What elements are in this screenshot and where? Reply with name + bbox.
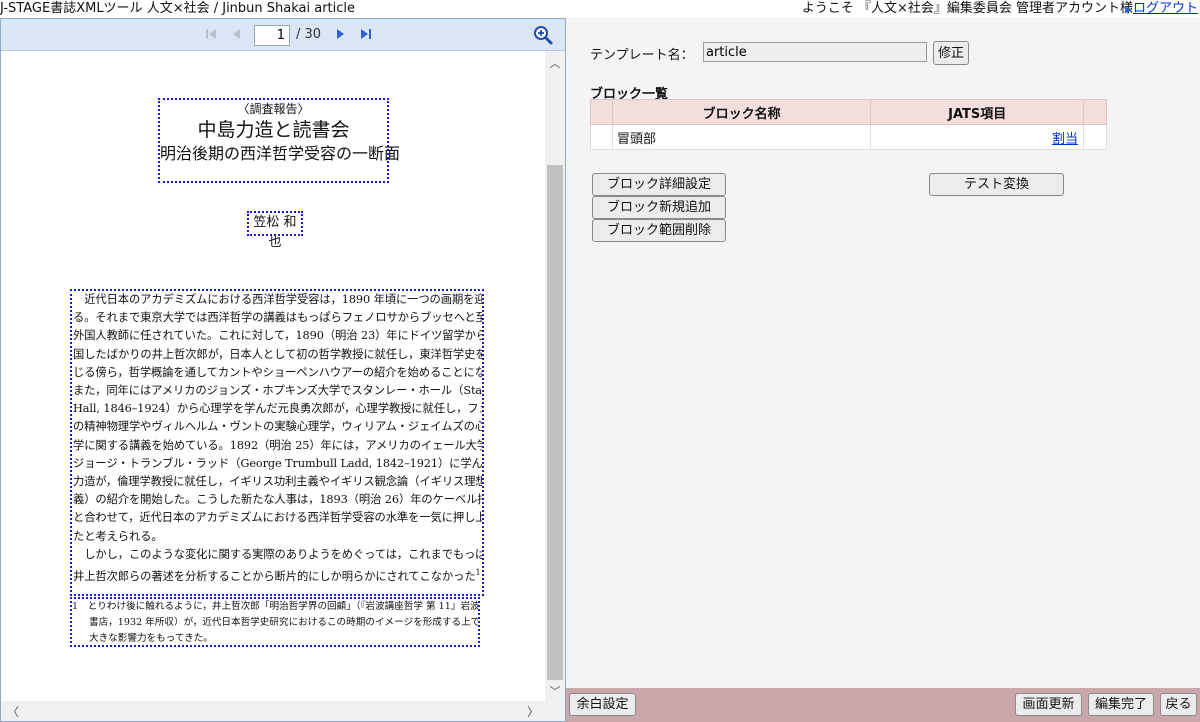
test-convert-button[interactable]: テスト変換 — [929, 173, 1064, 196]
body-line: また，同年にはアメリカのジョンズ・ホプキンズ大学でスタンレー・ホール（Stanl… — [73, 384, 484, 398]
body-line: 近代日本のアカデミズムにおける西洋哲学受容は，1890 年頃に一つの画期を迎え — [73, 293, 484, 306]
next-page-button[interactable] — [332, 27, 348, 43]
total-pages: / 30 — [296, 27, 322, 42]
body-line: 国したばかりの井上哲次郎が，日本人として初の哲学教授に就任し，東洋哲学史を講 — [73, 347, 484, 361]
page-number-input[interactable] — [254, 25, 290, 46]
previous-page-button[interactable] — [229, 27, 245, 43]
body-line: じる傍ら，哲学概論を通してカントやショーペンハウアーの紹介を始めることになる。 — [73, 365, 484, 379]
paper-subtitle: 明治後期の西洋哲学受容の一断面 — [160, 144, 401, 163]
vertical-scrollbar[interactable]: ︿ ﹀ — [545, 51, 565, 701]
arrow-right-icon: ▶ — [1125, 5, 1132, 15]
jats-cell: 割当 — [870, 124, 1085, 150]
title-block[interactable]: 〈調査報告〉 中島力造と読書会 明治後期の西洋哲学受容の一断面 — [158, 98, 401, 183]
body-line: ジョージ・トランブル・ラッド（George Trumbull Ladd, 184… — [73, 456, 484, 470]
body-line: と合わせて，近代日本のアカデミズムにおける西洋哲学受容の水準を一気に押し上げ — [73, 511, 484, 525]
author-name: 笠松 和也 — [253, 215, 297, 250]
zoom-in-button[interactable] — [533, 25, 553, 45]
template-editor-panel: テンプレート名： 修正 ブロック一覧 ブロック名称 JATS項目 冒頭部 割当 … — [566, 18, 1200, 688]
refresh-button[interactable]: 画面更新 — [1015, 693, 1082, 716]
page-canvas: 〈調査報告〉 中島力造と読書会 明治後期の西洋哲学受容の一断面 笠松 和也 近代… — [1, 51, 545, 701]
body-line: しかし，このような変化に関する実際のありようをめぐっては，これまでもっぱら — [73, 547, 484, 561]
body-line: 力造が，倫理学教授に就任し，イギリス功利主義やイギリス観念論（イギリス理想主 — [73, 475, 484, 489]
row-select-cell[interactable] — [590, 124, 613, 150]
scroll-left-icon[interactable]: 〈 — [7, 703, 19, 720]
footnote-line: 書店，1932 年所収）が，近代日本哲学史研究におけるこの時期のイメージを形成す… — [89, 617, 480, 628]
body-text-block[interactable]: 近代日本のアカデミズムにおける西洋哲学受容は，1890 年頃に一つの画期を迎え … — [70, 289, 484, 596]
block-table: ブロック名称 JATS項目 冒頭部 割当 — [590, 99, 1107, 150]
table-header-row: ブロック名称 JATS項目 — [590, 99, 1107, 125]
block-detail-settings-button[interactable]: ブロック詳細設定 — [592, 173, 726, 196]
column-header — [1083, 99, 1107, 125]
body-line: Hall, 1846–1924）から心理学を学んだ元良勇次郎が，心理学教授に就任… — [73, 402, 484, 416]
column-header-block-name: ブロック名称 — [611, 99, 872, 125]
scroll-right-icon[interactable]: 〉 — [527, 703, 539, 720]
next-page-icon — [337, 29, 344, 39]
template-name-input[interactable] — [703, 42, 927, 62]
block-add-button[interactable]: ブロック新規追加 — [592, 196, 726, 219]
scroll-thumb[interactable] — [547, 165, 563, 680]
body-line: 井上哲次郎らの著述を分析することから断片的にしか明らかにされてこなかった1 そ — [73, 564, 482, 586]
previous-page-icon — [233, 29, 240, 39]
app-title: J-STAGE書誌XMLツール 人文×社会 / Jinbun Shakai ar… — [0, 1, 356, 16]
pdf-viewer: / 30 〈調査報告〉 中島力造と読書会 明治後期の西洋哲学受容の一断面 笠松 … — [0, 18, 566, 722]
welcome-text: ようこそ 『人文×社会』編集委員会 管理者アカウント様 — [801, 1, 1133, 16]
page-navigation-bar: / 30 — [1, 19, 565, 51]
paper-title: 中島力造と読書会 — [197, 119, 350, 141]
last-page-button[interactable] — [358, 27, 374, 43]
body-line: 外国人教師に任されていた。これに対して，1890（明治 23）年にドイツ留学から… — [73, 329, 484, 343]
footnote-line: 1 とりわけ後に触れるように，井上哲次郎「明治哲学界の回顧」（『岩波講座哲学 第… — [72, 601, 480, 612]
block-name-cell: 冒頭部 — [611, 124, 872, 150]
horizontal-scrollbar[interactable]: 〈 〉 — [1, 701, 565, 721]
body-line: たと考えられる。 — [73, 529, 163, 543]
finish-edit-button[interactable]: 編集完了 — [1088, 693, 1154, 716]
scroll-up-icon[interactable]: ︿ — [545, 55, 565, 71]
table-row[interactable]: 冒頭部 割当 — [590, 124, 1107, 150]
report-label: 〈調査報告〉 — [237, 102, 310, 116]
template-name-label: テンプレート名： — [590, 48, 694, 63]
back-button[interactable]: 戻る — [1160, 693, 1197, 716]
body-line: 学に関する講義を始めている。1892（明治 25）年には，アメリカのイェール大学… — [73, 438, 484, 452]
body-line: 義）の紹介を開始した。こうした新たな人事は，1893（明治 26）年のケーベル招… — [73, 493, 484, 507]
top-header: J-STAGE書誌XMLツール 人文×社会 / Jinbun Shakai ar… — [0, 0, 1200, 18]
logout-link[interactable]: ▶ログアウト — [1125, 0, 1198, 19]
first-page-button[interactable] — [203, 27, 219, 43]
edit-template-button[interactable]: 修正 — [933, 41, 969, 65]
footer-bar: 余白設定 画面更新 編集完了 戻る — [566, 688, 1200, 722]
scroll-down-icon[interactable]: ﹀ — [545, 683, 565, 699]
first-page-icon — [206, 29, 216, 39]
last-page-icon — [361, 29, 371, 39]
footnote-ref: 1 そ — [475, 568, 482, 578]
margin-settings-button[interactable]: 余白設定 — [569, 693, 636, 716]
footnote-line: 大きな影響力をもってきた。 — [89, 633, 213, 644]
author-block[interactable]: 笠松 和也 — [247, 211, 303, 250]
body-line: の精神物理学やヴィルヘルム・ヴントの実験心理学，ウィリアム・ジェイムズの心理 — [73, 420, 484, 434]
row-extra-cell — [1083, 124, 1107, 150]
zoom-in-icon — [534, 26, 553, 45]
column-header — [590, 99, 613, 125]
logout-label: ログアウト — [1132, 1, 1198, 16]
block-range-delete-button[interactable]: ブロック範囲削除 — [592, 219, 726, 242]
column-header-jats: JATS項目 — [870, 99, 1085, 125]
assign-link[interactable]: 割当 — [1052, 128, 1078, 147]
footnote-block[interactable]: 1 とりわけ後に触れるように，井上哲次郎「明治哲学界の回顧」（『岩波講座哲学 第… — [70, 597, 480, 647]
body-line: る。それまで東京大学では西洋哲学の講義はもっぱらフェノロサからブッセへと至る — [73, 311, 484, 325]
body-line-text: 井上哲次郎らの著述を分析することから断片的にしか明らかにされてこなかった — [73, 569, 476, 583]
